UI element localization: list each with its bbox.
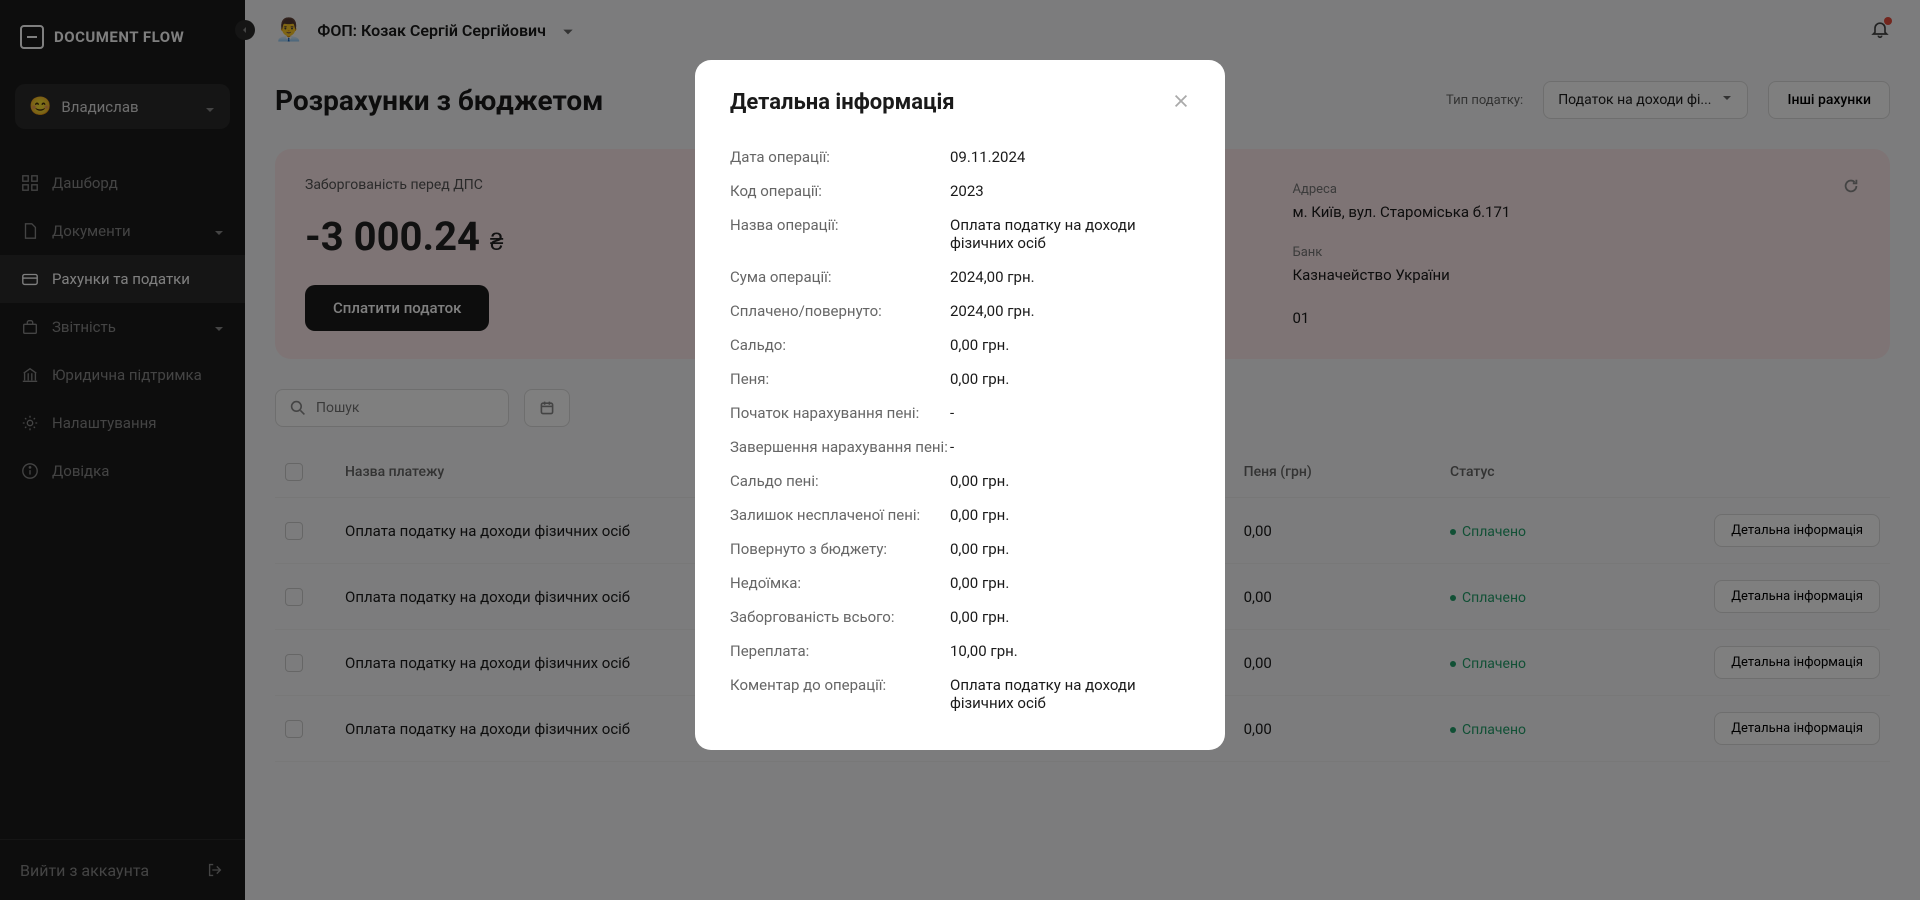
modal-key: Заборгованість всього: (730, 608, 950, 626)
details-modal: Детальна інформація Дата операції:09.11.… (695, 60, 1225, 750)
modal-row: Сальдо пені:0,00 грн. (730, 464, 1190, 498)
modal-row: Сума операції:2024,00 грн. (730, 260, 1190, 294)
modal-row: Повернуто з бюджету:0,00 грн. (730, 532, 1190, 566)
modal-key: Недоїмка: (730, 574, 950, 592)
modal-value: - (950, 404, 1190, 422)
modal-key: Сальдо: (730, 336, 950, 354)
modal-row: Заборгованість всього:0,00 грн. (730, 600, 1190, 634)
modal-key: Завершення нарахування пені: (730, 438, 950, 456)
modal-row: Недоїмка:0,00 грн. (730, 566, 1190, 600)
modal-row: Завершення нарахування пені:- (730, 430, 1190, 464)
modal-row: Назва операції:Оплата податку на доходи … (730, 208, 1190, 260)
modal-value: 0,00 грн. (950, 608, 1190, 626)
modal-row: Початок нарахування пені:- (730, 396, 1190, 430)
modal-value: 0,00 грн. (950, 574, 1190, 592)
modal-key: Пеня: (730, 370, 950, 388)
modal-key: Дата операції: (730, 148, 950, 166)
modal-value: 0,00 грн. (950, 336, 1190, 354)
modal-value: Оплата податку на доходи фізичних осіб (950, 676, 1190, 712)
modal-key: Код операції: (730, 182, 950, 200)
modal-overlay[interactable]: Детальна інформація Дата операції:09.11.… (0, 0, 1920, 900)
modal-key: Сума операції: (730, 268, 950, 286)
modal-row: Дата операції:09.11.2024 (730, 140, 1190, 174)
modal-value: 09.11.2024 (950, 148, 1190, 166)
modal-value: 0,00 грн. (950, 472, 1190, 490)
modal-value: Оплата податку на доходи фізичних осіб (950, 216, 1190, 252)
modal-row: Сальдо:0,00 грн. (730, 328, 1190, 362)
modal-key: Початок нарахування пені: (730, 404, 950, 422)
modal-row: Код операції:2023 (730, 174, 1190, 208)
modal-row: Пеня:0,00 грн. (730, 362, 1190, 396)
modal-value: 10,00 грн. (950, 642, 1190, 660)
modal-key: Повернуто з бюджету: (730, 540, 950, 558)
modal-row: Переплата:10,00 грн. (730, 634, 1190, 668)
modal-key: Переплата: (730, 642, 950, 660)
modal-value: 0,00 грн. (950, 506, 1190, 524)
modal-row: Сплачено/повернуто:2024,00 грн. (730, 294, 1190, 328)
modal-key: Назва операції: (730, 216, 950, 252)
modal-value: 2024,00 грн. (950, 268, 1190, 286)
modal-key: Залишок несплаченої пені: (730, 506, 950, 524)
modal-value: - (950, 438, 1190, 456)
modal-row: Коментар до операції:Оплата податку на д… (730, 668, 1190, 720)
modal-key: Сплачено/повернуто: (730, 302, 950, 320)
modal-value: 0,00 грн. (950, 540, 1190, 558)
modal-value: 0,00 грн. (950, 370, 1190, 388)
modal-row: Залишок несплаченої пені:0,00 грн. (730, 498, 1190, 532)
close-icon[interactable] (1172, 92, 1190, 114)
modal-value: 2024,00 грн. (950, 302, 1190, 320)
modal-value: 2023 (950, 182, 1190, 200)
modal-key: Коментар до операції: (730, 676, 950, 712)
modal-title: Детальна інформація (730, 90, 1172, 115)
modal-key: Сальдо пені: (730, 472, 950, 490)
